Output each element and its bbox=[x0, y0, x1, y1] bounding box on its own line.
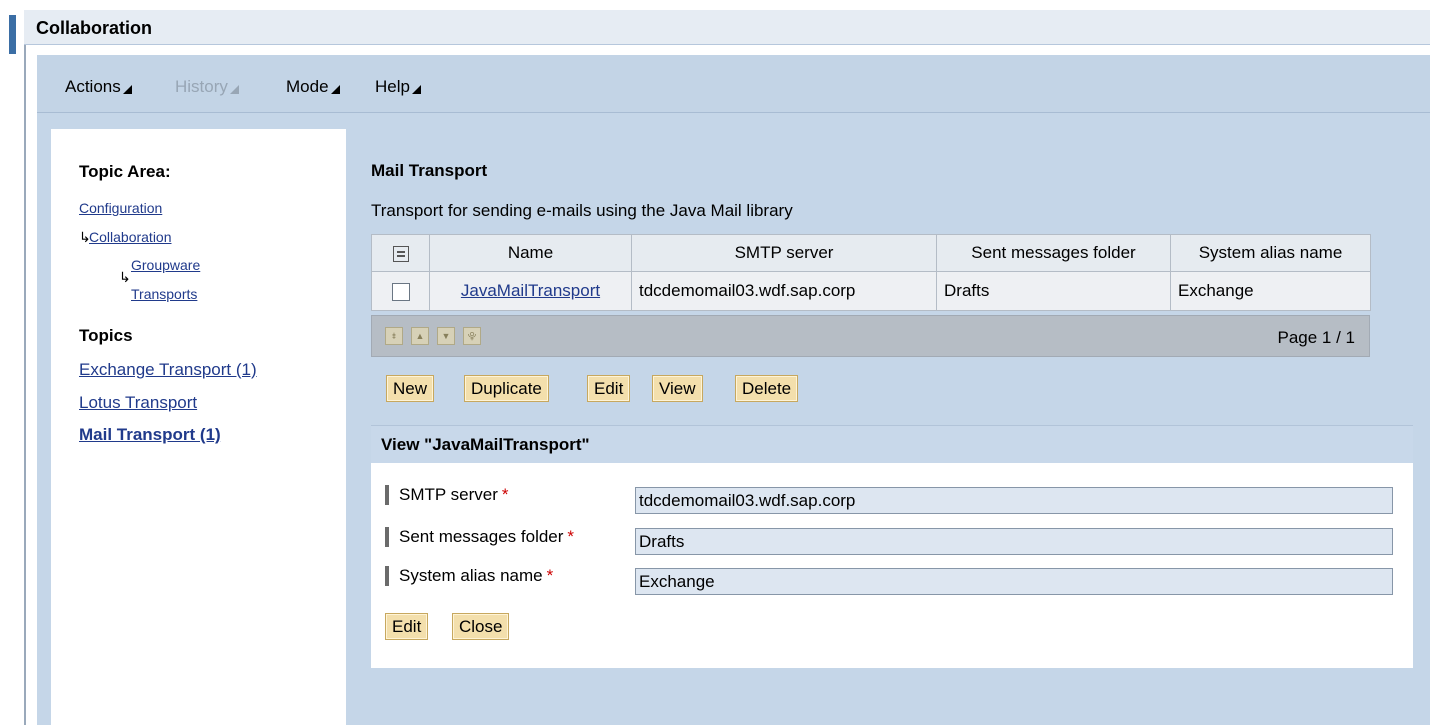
menu-actions-label: Actions bbox=[65, 77, 121, 96]
system-alias-label: System alias name * bbox=[385, 566, 553, 586]
topic-exchange-transport[interactable]: Exchange Transport (1) bbox=[79, 360, 257, 380]
breadcrumb-transports[interactable]: Transports bbox=[131, 286, 197, 302]
menu-mode-label: Mode bbox=[286, 77, 329, 96]
view-button[interactable]: View bbox=[652, 375, 703, 402]
dropdown-arrow-icon bbox=[411, 85, 421, 94]
menu-help[interactable]: Help bbox=[375, 77, 421, 97]
required-marker: * bbox=[501, 485, 509, 504]
row-select-cell[interactable] bbox=[371, 271, 430, 311]
duplicate-button[interactable]: Duplicate bbox=[464, 375, 549, 402]
page-title: Collaboration bbox=[36, 18, 152, 38]
system-alias-field: Exchange bbox=[635, 568, 1393, 595]
page-indicator: Page 1 / 1 bbox=[1277, 328, 1355, 347]
cell-smtp: tdcdemomail03.wdf.sap.corp bbox=[631, 271, 937, 311]
breadcrumb-groupware[interactable]: Groupware bbox=[131, 257, 200, 273]
topic-area-heading: Topic Area: bbox=[79, 162, 171, 181]
title-bar: Collaboration bbox=[0, 0, 1430, 56]
sent-folder-field: Drafts bbox=[635, 528, 1393, 555]
section-description: Transport for sending e-mails using the … bbox=[371, 201, 793, 220]
topic-lotus-transport[interactable]: Lotus Transport bbox=[79, 393, 197, 413]
next-page-icon[interactable]: ▼ bbox=[437, 327, 455, 345]
title-band bbox=[24, 10, 1430, 45]
smtp-server-label-text: SMTP server bbox=[399, 485, 498, 504]
required-marker: * bbox=[567, 527, 575, 546]
sent-folder-label: Sent messages folder * bbox=[385, 527, 574, 547]
cell-name: JavaMailTransport bbox=[429, 271, 632, 311]
smtp-server-field: tdcdemomail03.wdf.sap.corp bbox=[635, 487, 1393, 514]
topics-heading: Topics bbox=[79, 326, 133, 345]
required-marker: * bbox=[546, 566, 554, 585]
sent-folder-label-text: Sent messages folder bbox=[399, 527, 564, 546]
navigation-panel: Topic Area: Configuration ↳ Collaboratio… bbox=[51, 129, 346, 725]
left-rail bbox=[24, 45, 26, 725]
sub-arrow-icon: ↳ bbox=[119, 269, 131, 285]
detail-edit-button[interactable]: Edit bbox=[385, 613, 429, 640]
column-header-alias: System alias name bbox=[1170, 234, 1371, 272]
transport-name-link[interactable]: JavaMailTransport bbox=[461, 281, 600, 300]
menu-actions[interactable]: Actions bbox=[65, 77, 132, 97]
column-header-smtp: SMTP server bbox=[631, 234, 937, 272]
column-header-name: Name bbox=[429, 234, 632, 272]
close-button[interactable]: Close bbox=[452, 613, 510, 640]
cell-alias: Exchange bbox=[1170, 271, 1371, 311]
table-pager: ⯒ ▲ ▼ ⯓ Page 1 / 1 bbox=[371, 315, 1370, 357]
edit-button[interactable]: Edit bbox=[587, 375, 631, 402]
breadcrumb-configuration[interactable]: Configuration bbox=[79, 200, 162, 216]
dropdown-arrow-icon bbox=[330, 85, 340, 94]
breadcrumb-collaboration[interactable]: Collaboration bbox=[89, 229, 172, 245]
title-accent bbox=[9, 15, 16, 54]
detail-header: View "JavaMailTransport" bbox=[371, 425, 1413, 463]
cell-folder: Drafts bbox=[936, 271, 1171, 311]
row-checkbox[interactable] bbox=[391, 282, 410, 301]
dropdown-arrow-icon bbox=[122, 85, 132, 94]
previous-page-icon[interactable]: ▲ bbox=[411, 327, 429, 345]
menu-history[interactable]: History bbox=[175, 77, 239, 97]
transport-table: Name SMTP server Sent messages folder Sy… bbox=[371, 234, 1371, 311]
smtp-server-label: SMTP server * bbox=[385, 485, 509, 505]
delete-button[interactable]: Delete bbox=[735, 375, 799, 402]
menu-help-label: Help bbox=[375, 77, 410, 96]
section-title: Mail Transport bbox=[371, 161, 488, 180]
new-button[interactable]: New bbox=[386, 375, 435, 402]
menu-history-label: History bbox=[175, 77, 228, 96]
dropdown-arrow-icon bbox=[229, 85, 239, 94]
select-menu-icon bbox=[392, 245, 409, 262]
topic-mail-transport[interactable]: Mail Transport (1) bbox=[79, 425, 221, 445]
menu-bar: Actions History Mode Help bbox=[37, 55, 1430, 113]
table-row: JavaMailTransport tdcdemomail03.wdf.sap.… bbox=[371, 271, 1371, 311]
first-page-icon[interactable]: ⯒ bbox=[385, 327, 403, 345]
menu-mode[interactable]: Mode bbox=[286, 77, 340, 97]
select-all-header[interactable] bbox=[371, 234, 430, 272]
last-page-icon[interactable]: ⯓ bbox=[463, 327, 481, 345]
column-header-folder: Sent messages folder bbox=[936, 234, 1171, 272]
detail-title: View "JavaMailTransport" bbox=[381, 435, 590, 454]
system-alias-label-text: System alias name bbox=[399, 566, 543, 585]
